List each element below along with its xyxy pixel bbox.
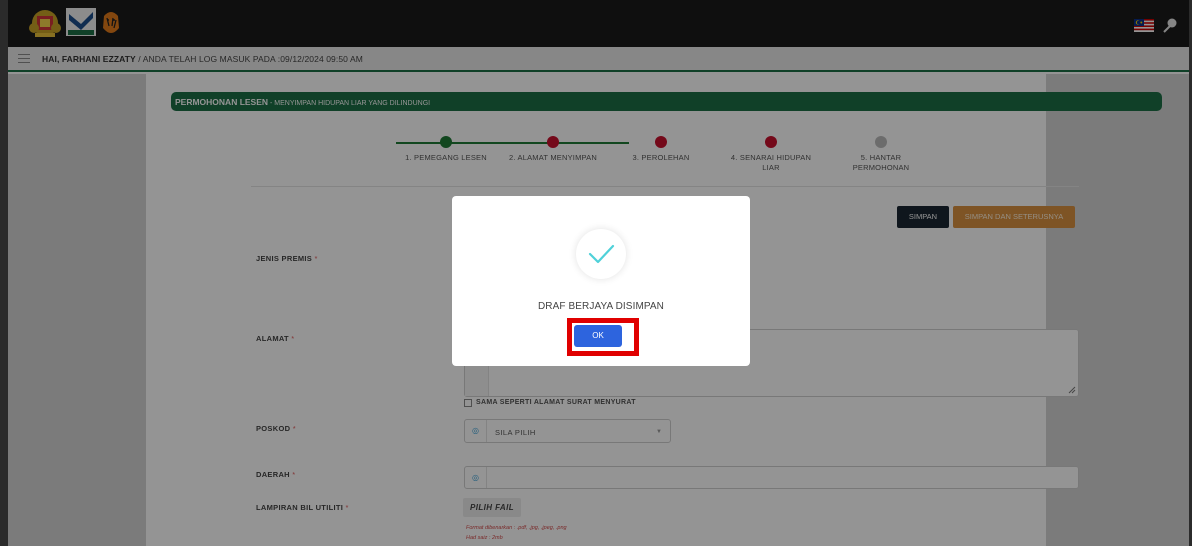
ok-button[interactable]: OK	[574, 325, 622, 347]
success-dialog: DRAF BERJAYA DISIMPAN OK	[452, 196, 750, 366]
left-frame-border	[0, 0, 8, 546]
check-mark-icon	[588, 244, 615, 264]
success-check-icon	[576, 229, 626, 279]
app-window: HAI, FARHANI EZZATY / ANDA TELAH LOG MAS…	[0, 0, 1192, 546]
dialog-message: DRAF BERJAYA DISIMPAN	[537, 301, 664, 312]
